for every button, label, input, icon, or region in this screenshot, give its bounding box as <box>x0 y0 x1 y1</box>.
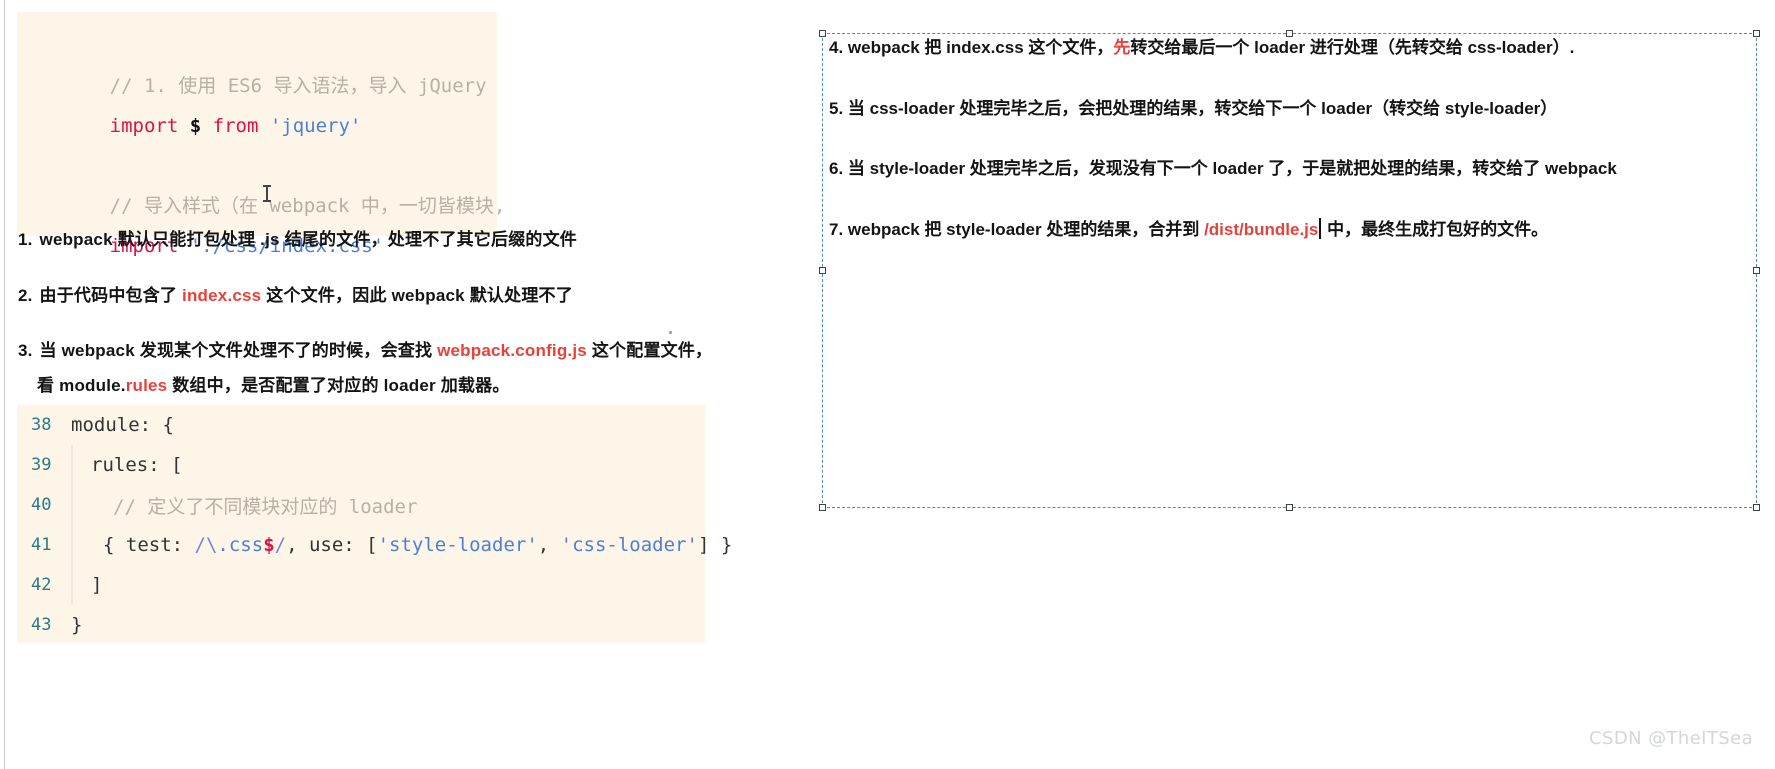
indent-guide-icon-3 <box>71 525 73 565</box>
selection-note-highlight-bundle: /dist/bundle.js <box>1204 219 1319 239</box>
note-item-3: 3. 当 webpack 发现某个文件处理不了的时候，会查找 webpack.c… <box>18 339 778 398</box>
indent-guide-icon-2 <box>71 485 73 525</box>
note-index-2: 2. <box>18 285 33 305</box>
stray-dot-mark <box>669 331 672 334</box>
code-text-40: // 定义了不同模块对应的 loader <box>113 495 418 518</box>
note-item-2: 2. 由于代码中包含了 index.css 这个文件，因此 webpack 默认… <box>18 284 778 309</box>
line-number-42: 42 <box>31 575 52 595</box>
note-text-2a: 由于代码中包含了 <box>39 285 183 305</box>
selection-note-highlight-xian: 先 <box>1113 38 1131 57</box>
code-comment-text: // 1. 使用 ES6 导入语法，导入 jQuery <box>109 75 487 97</box>
code-regex-dollar: $ <box>263 534 275 556</box>
resize-handle-bottom-right[interactable] <box>1753 504 1760 511</box>
code-rule-pre: { test: <box>103 534 195 556</box>
string-jquery: 'jquery' <box>269 115 362 137</box>
identifier-dollar: $ <box>189 115 202 137</box>
selection-note-item-4: 4. webpack 把 index.css 这个文件，先转交给最后一个 loa… <box>829 36 1752 61</box>
notes-list: 1. webpack 默认只能打包处理 .js 结尾的文件，处理不了其它后缀的文… <box>18 228 778 430</box>
resize-handle-middle-left[interactable] <box>819 266 826 274</box>
code-regex-slash: / <box>194 534 206 556</box>
resize-handle-bottom-center[interactable] <box>1285 504 1293 511</box>
selected-textbox[interactable]: 4. webpack 把 index.css 这个文件，先转交给最后一个 loa… <box>819 30 1760 511</box>
note-text-3b: 这个配置文件， <box>586 341 713 361</box>
code-regex-slash-2: / <box>274 534 287 556</box>
keyword-from: from <box>212 115 259 137</box>
code-row-41: 41 { test: /\.css$/, use: ['style-loader… <box>17 525 732 565</box>
watermark-label: CSDN @TheITSea <box>1589 728 1753 749</box>
line-number-38: 38 <box>31 415 52 435</box>
code-rule-mid: , use: [ <box>286 534 378 556</box>
code-comment-text-2: // 导入样式（在 webpack 中，一切皆模块, <box>109 195 506 217</box>
note-continuation-3: 看 module.rules 数组中，是否配置了对应的 loader 加载器。 <box>18 374 778 399</box>
note-item-1: 1. webpack 默认只能打包处理 .js 结尾的文件，处理不了其它后缀的文… <box>18 228 778 253</box>
code-row-39: 39 rules: [ <box>17 445 705 485</box>
code-regex-dot: .css <box>217 534 264 556</box>
code-row-40: 40 // 定义了不同模块对应的 loader <box>17 485 705 525</box>
code-text-38: module: { <box>71 414 174 436</box>
line-number-43: 43 <box>31 615 52 635</box>
selection-notes-list: 4. webpack 把 index.css 这个文件，先转交给最后一个 loa… <box>829 36 1752 279</box>
selection-note-text-6: 当 style-loader 处理完毕之后，发现没有下一个 loader 了，于… <box>847 159 1617 179</box>
code-rule-comma: , <box>537 534 561 556</box>
selection-note-text-7a: webpack 把 style-loader 处理的结果，合并到 <box>847 219 1205 239</box>
resize-handle-bottom-left[interactable] <box>819 504 826 511</box>
line-number-41: 41 <box>31 535 52 555</box>
note-index-3: 3. <box>18 341 33 361</box>
selection-note-index-5: 5. <box>829 98 844 118</box>
code-text-43: } <box>71 614 83 636</box>
code-text-41: { test: /\.css$/, use: ['style-loader', … <box>91 534 732 556</box>
line-number-39: 39 <box>31 455 52 475</box>
code-text-39: rules: [ <box>91 454 183 476</box>
resize-handle-top-left[interactable] <box>819 30 826 37</box>
selection-note-text-5: 当 css-loader 处理完毕之后，会把处理的结果，转交给下一个 loade… <box>847 98 1558 118</box>
note-text-3d: 数组中，是否配置了对应的 loader 加载器。 <box>167 375 510 395</box>
text-cursor-icon <box>263 185 271 202</box>
selection-note-index-7: 7. <box>829 219 844 239</box>
selection-note-text-4b: 转交给最后一个 loader 进行处理（先转交给 css-loader）. <box>1130 38 1575 57</box>
selection-note-index-4: 4. <box>829 38 844 57</box>
note-index-1: 1. <box>18 230 33 249</box>
left-column: // 1. 使用 ES6 导入语法，导入 jQuery import $ fro… <box>0 0 800 769</box>
note-highlight-webpack-config: webpack.config.js <box>437 341 587 361</box>
code-row-38: 38 module: { <box>17 405 705 445</box>
selection-note-item-7: 7. webpack 把 style-loader 处理的结果，合并到 /dis… <box>829 217 1752 243</box>
note-text-3c: 看 module. <box>37 375 126 395</box>
space-1 <box>178 115 189 137</box>
space-3 <box>258 115 269 137</box>
note-text-3a: 当 webpack 发现某个文件处理不了的时候，会查找 <box>39 341 438 361</box>
line-number-40: 40 <box>31 495 52 515</box>
code-string-css-loader: 'css-loader' <box>560 534 698 556</box>
note-highlight-index-css: index.css <box>182 285 262 305</box>
code-row-43: 43 } <box>17 605 705 645</box>
selection-note-index-6: 6. <box>829 159 844 179</box>
selection-note-text-4a: webpack 把 index.css 这个文件， <box>847 38 1114 57</box>
indent-guide-icon-4 <box>71 565 73 605</box>
space-2 <box>201 115 212 137</box>
code-text-42: ] <box>91 574 103 596</box>
code-row-42: 42 ] <box>17 565 705 605</box>
resize-handle-middle-right[interactable] <box>1753 266 1760 274</box>
selection-note-item-5: 5. 当 css-loader 处理完毕之后，会把处理的结果，转交给下一个 lo… <box>829 97 1752 122</box>
selection-note-text-7b: 中，最终生成打包好的文件。 <box>1322 219 1549 239</box>
selection-note-item-6: 6. 当 style-loader 处理完毕之后，发现没有下一个 loader … <box>829 157 1752 182</box>
note-highlight-rules: rules <box>125 375 168 395</box>
code-regex-escape: \ <box>205 534 218 556</box>
note-text-2b: 这个文件，因此 webpack 默认处理不了 <box>261 285 573 305</box>
code-line-comment-1: // 1. 使用 ES6 导入语法，导入 jQuery <box>41 26 497 97</box>
note-text-1: webpack 默认只能打包处理 .js 结尾的文件，处理不了其它后缀的文件 <box>39 230 577 249</box>
resize-handle-top-right[interactable] <box>1753 30 1760 37</box>
code-rule-post: ] } <box>697 534 733 556</box>
keyword-import: import <box>109 115 179 137</box>
code-block-imports: // 1. 使用 ES6 导入语法，导入 jQuery import $ fro… <box>17 12 505 257</box>
indent-guide-icon <box>71 445 73 485</box>
code-block-webpack-config: 38 module: { 39 rules: [ 40 // 定义了不同模块对应… <box>17 405 732 645</box>
code-string-style-loader: 'style-loader' <box>377 534 538 556</box>
